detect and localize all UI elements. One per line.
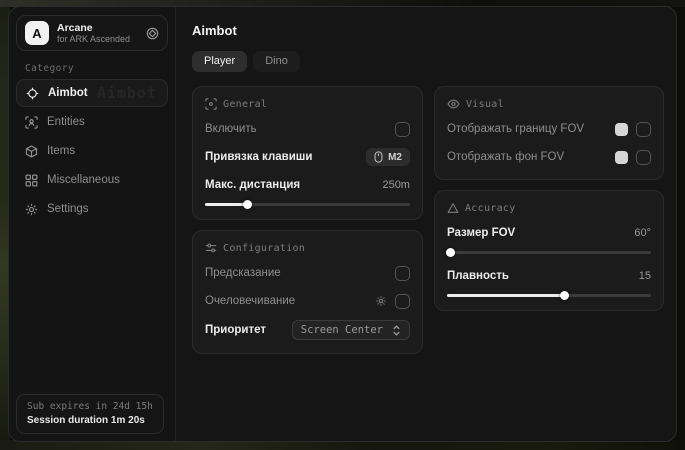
gear-icon bbox=[25, 203, 38, 216]
page-title: Aimbot bbox=[192, 23, 664, 38]
sidebar-item-label: Entities bbox=[47, 116, 85, 128]
tab-player[interactable]: Player bbox=[192, 51, 247, 72]
card-title: Configuration bbox=[223, 243, 305, 254]
fov-size-slider[interactable] bbox=[447, 251, 651, 254]
priority-dropdown[interactable]: Screen Center bbox=[292, 320, 410, 340]
smoothness-slider-thumb[interactable] bbox=[560, 291, 569, 300]
distance-slider-thumb[interactable] bbox=[243, 200, 252, 209]
sidebar-item-label: Settings bbox=[47, 203, 89, 215]
scan-target-icon bbox=[205, 98, 217, 110]
entity-scan-icon bbox=[25, 116, 38, 129]
tab-dino[interactable]: Dino bbox=[253, 51, 300, 72]
active-item-watermark: Aimbot bbox=[97, 84, 157, 102]
gear-settings-icon[interactable] bbox=[375, 295, 387, 307]
general-card: General Включить Привязка клавиши M2 bbox=[192, 86, 423, 220]
subscription-info-box: Sub expires in 24d 15h Session duration … bbox=[16, 394, 164, 434]
priority-value: Screen Center bbox=[301, 324, 383, 336]
card-title: Visual bbox=[466, 99, 504, 110]
card-title: General bbox=[223, 99, 267, 110]
enable-label: Включить bbox=[205, 123, 257, 135]
sidebar-item-label: Miscellaneous bbox=[47, 174, 120, 186]
fov-bg-label: Отображать фон FOV bbox=[447, 151, 564, 163]
sidebar-item-label: Aimbot bbox=[48, 87, 88, 99]
distance-value: 250m bbox=[382, 179, 410, 191]
grid-icon bbox=[25, 174, 38, 187]
fov-bg-checkbox[interactable] bbox=[636, 150, 651, 165]
main-panel: Aimbot Player Dino General Включ bbox=[176, 7, 676, 441]
sliders-icon bbox=[205, 242, 217, 254]
unfold-icon bbox=[392, 325, 401, 336]
priority-label: Приоритет bbox=[205, 324, 266, 336]
sidebar: A Arcane for ARK Ascended Category Aimbo… bbox=[9, 7, 176, 441]
fov-size-slider-thumb[interactable] bbox=[446, 248, 455, 257]
sidebar-item-label: Items bbox=[47, 145, 75, 157]
smoothness-value: 15 bbox=[639, 270, 651, 282]
cube-icon bbox=[25, 145, 38, 158]
app-logo: A bbox=[25, 21, 49, 45]
tab-bar: Player Dino bbox=[192, 51, 664, 72]
mouse-icon bbox=[374, 151, 383, 163]
configuration-card: Configuration Предсказание Очеловечивани… bbox=[192, 230, 423, 354]
keybind-label: Привязка клавиши bbox=[205, 151, 312, 163]
prediction-checkbox[interactable] bbox=[395, 266, 410, 281]
fov-border-color-swatch[interactable] bbox=[615, 123, 628, 136]
distance-slider[interactable] bbox=[205, 203, 410, 206]
eye-icon bbox=[447, 98, 460, 110]
enable-checkbox[interactable] bbox=[395, 122, 410, 137]
distance-label: Макс. дистанция bbox=[205, 179, 300, 191]
fov-border-checkbox[interactable] bbox=[636, 122, 651, 137]
keybind-value: M2 bbox=[388, 152, 402, 163]
prediction-label: Предсказание bbox=[205, 267, 281, 279]
card-title: Accuracy bbox=[465, 203, 516, 214]
fov-size-value: 60° bbox=[634, 227, 651, 239]
triangle-icon bbox=[447, 202, 459, 214]
sidebar-item-entities[interactable]: Entities bbox=[16, 108, 168, 136]
sidebar-item-items[interactable]: Items bbox=[16, 137, 168, 165]
fov-size-label: Размер FOV bbox=[447, 227, 515, 239]
crosshair-icon bbox=[26, 87, 39, 100]
accuracy-card: Accuracy Размер FOV 60° Плавность 15 bbox=[434, 190, 664, 311]
sidebar-item-miscellaneous[interactable]: Miscellaneous bbox=[16, 166, 168, 194]
app-name: Arcane bbox=[57, 22, 130, 34]
gem-icon[interactable] bbox=[146, 27, 159, 40]
sidebar-nav: Aimbot Aimbot Entities Items bbox=[16, 79, 168, 223]
fov-bg-color-swatch[interactable] bbox=[615, 151, 628, 164]
session-duration-text: Session duration 1m 20s bbox=[27, 415, 153, 426]
smoothness-label: Плавность bbox=[447, 270, 509, 282]
sidebar-item-aimbot[interactable]: Aimbot Aimbot bbox=[16, 79, 168, 107]
app-subtitle: for ARK Ascended bbox=[57, 34, 130, 44]
smoothness-slider[interactable] bbox=[447, 294, 651, 297]
fov-border-label: Отображать границу FOV bbox=[447, 123, 584, 135]
humanize-checkbox[interactable] bbox=[395, 294, 410, 309]
visual-card: Visual Отображать границу FOV Отображать… bbox=[434, 86, 664, 180]
sub-expires-text: Sub expires in 24d 15h bbox=[27, 401, 153, 412]
logo-card: A Arcane for ARK Ascended bbox=[16, 15, 168, 51]
sidebar-item-settings[interactable]: Settings bbox=[16, 195, 168, 223]
cheat-menu-window: A Arcane for ARK Ascended Category Aimbo… bbox=[8, 6, 677, 442]
category-label: Category bbox=[25, 63, 74, 74]
keybind-button[interactable]: M2 bbox=[366, 148, 410, 166]
humanize-label: Очеловечивание bbox=[205, 295, 295, 307]
